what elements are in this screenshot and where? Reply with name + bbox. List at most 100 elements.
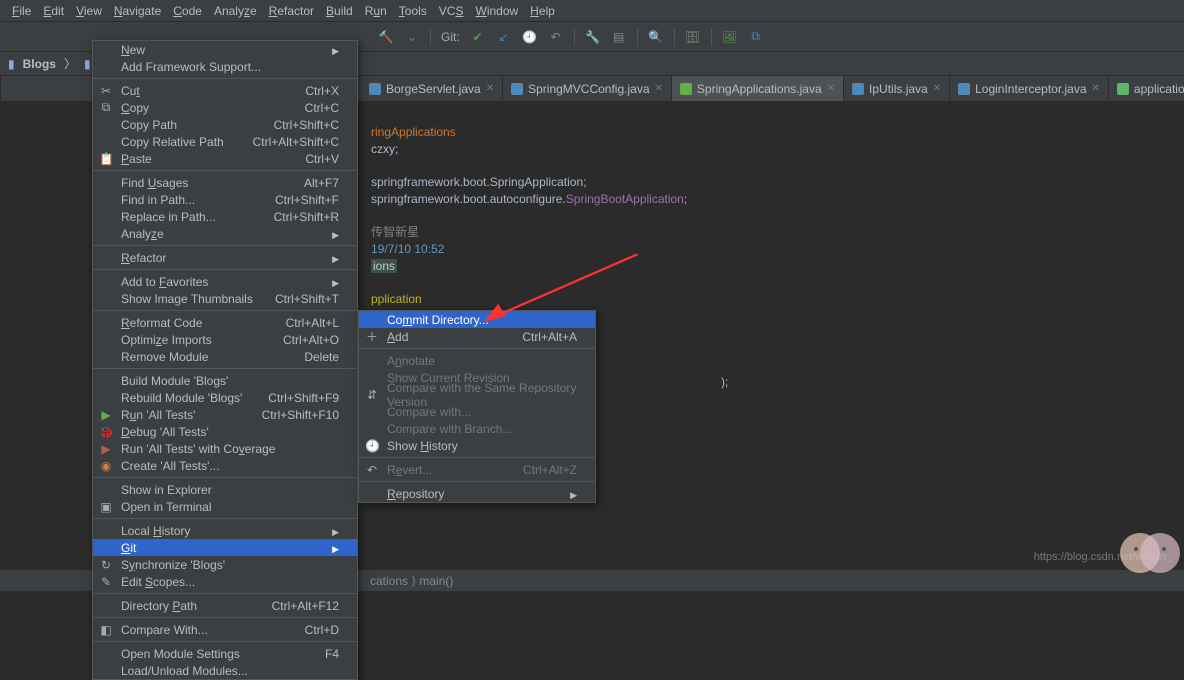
menu-item[interactable]: Copy PathCtrl+Shift+C: [93, 116, 357, 133]
close-icon[interactable]: ✕: [1092, 83, 1100, 94]
menu-item[interactable]: Add Framework Support...: [93, 58, 357, 75]
menu-label: Open in Terminal: [121, 500, 212, 514]
file-icon: [852, 83, 864, 95]
menu-label: Load/Unload Modules...: [121, 664, 248, 678]
submenu-arrow-icon: ▶: [570, 490, 577, 500]
editor-tab[interactable]: LoginInterceptor.java✕: [950, 76, 1109, 101]
menu-item[interactable]: ▶Run 'All Tests'Ctrl+Shift+F10: [93, 406, 357, 423]
menu-label: Refactor: [121, 251, 166, 265]
hammer-icon[interactable]: 🔨: [378, 29, 394, 45]
close-icon[interactable]: ✕: [827, 83, 835, 94]
menu-item[interactable]: New▶: [93, 41, 357, 58]
menu-item[interactable]: ↻Synchronize 'Blogs': [93, 556, 357, 573]
menu-item[interactable]: ✂CutCtrl+X: [93, 82, 357, 99]
menu-item[interactable]: ＋AddCtrl+Alt+A: [359, 328, 595, 345]
menu-shortcut: Ctrl+Shift+F10: [262, 408, 339, 422]
status-crumbs[interactable]: cations ⟩ main(): [370, 574, 453, 588]
editor-tab[interactable]: SpringMVCConfig.java ✕: [503, 76, 672, 101]
menu-refactor[interactable]: Refactor: [263, 4, 320, 18]
menu-item[interactable]: ▣Open in Terminal: [93, 498, 357, 515]
db-icon[interactable]: 🗄: [685, 29, 701, 45]
editor-tab[interactable]: BorgeServlet.java✕: [361, 76, 503, 101]
menu-file[interactable]: FFileile: [6, 4, 37, 18]
menu-label: Commit Directory...: [387, 313, 489, 327]
editor-tab[interactable]: SpringApplications.java✕: [672, 76, 844, 101]
menu-item[interactable]: Repository▶: [359, 485, 595, 502]
menu-item[interactable]: Build Module 'Blogs': [93, 372, 357, 389]
menu-analyze[interactable]: Analyze: [208, 4, 263, 18]
menu-item[interactable]: ▶Run 'All Tests' with Coverage: [93, 440, 357, 457]
menu-item[interactable]: Local History▶: [93, 522, 357, 539]
menu-shortcut: Ctrl+Shift+T: [275, 292, 339, 306]
menu-vcs[interactable]: VCS: [433, 4, 470, 18]
menu-code[interactable]: Code: [167, 4, 208, 18]
photo-icon[interactable]: 🖼: [722, 29, 738, 45]
menu-item[interactable]: Replace in Path...Ctrl+Shift+R: [93, 208, 357, 225]
menu-item[interactable]: Open Module SettingsF4: [93, 645, 357, 662]
check-icon[interactable]: ✔: [470, 29, 486, 45]
menu-item[interactable]: Reformat CodeCtrl+Alt+L: [93, 314, 357, 331]
menu-window[interactable]: Window: [469, 4, 524, 18]
menu-item[interactable]: Git▶: [93, 539, 357, 556]
diff-icon[interactable]: ⧉: [748, 29, 764, 45]
menu-item[interactable]: Rebuild Module 'Blogs'Ctrl+Shift+F9: [93, 389, 357, 406]
menu-item[interactable]: Refactor▶: [93, 249, 357, 266]
menu-item[interactable]: Commit Directory...: [359, 311, 595, 328]
menu-label: Copy Path: [121, 118, 177, 132]
menu-item[interactable]: Optimize ImportsCtrl+Alt+O: [93, 331, 357, 348]
menu-shortcut: Ctrl+Alt+Z: [523, 463, 577, 477]
menu-item[interactable]: Copy Relative PathCtrl+Alt+Shift+C: [93, 133, 357, 150]
breadcrumb-root[interactable]: Blogs: [23, 57, 56, 71]
menu-label: Compare With...: [121, 623, 208, 637]
menu-label: Copy: [121, 101, 149, 115]
menu-item[interactable]: Show Image ThumbnailsCtrl+Shift+T: [93, 290, 357, 307]
menu-shortcut: Ctrl+Alt+A: [522, 330, 577, 344]
menu-shortcut: Ctrl+Shift+F: [275, 193, 339, 207]
menu-item[interactable]: 🕘Show History: [359, 437, 595, 454]
update-icon[interactable]: ↙: [496, 29, 512, 45]
menu-tools[interactable]: Tools: [393, 4, 433, 18]
menu-help[interactable]: Help: [524, 4, 561, 18]
tab-label: SpringMVCConfig.java: [528, 82, 649, 96]
menu-label: Git: [121, 541, 136, 555]
menu-item[interactable]: Find UsagesAlt+F7: [93, 174, 357, 191]
menu-edit[interactable]: Edit: [37, 4, 70, 18]
menu-icon: ⇵: [365, 388, 379, 402]
history-icon[interactable]: 🕘: [522, 29, 538, 45]
menu-view[interactable]: View: [70, 4, 108, 18]
menu-icon: 🐞: [99, 425, 113, 439]
menu-navigate[interactable]: Navigate: [108, 4, 167, 18]
menu-item[interactable]: ⧉CopyCtrl+C: [93, 99, 357, 116]
close-icon[interactable]: ✕: [933, 83, 941, 94]
menu-item[interactable]: 📋PasteCtrl+V: [93, 150, 357, 167]
file-icon: [511, 83, 523, 95]
editor-tab[interactable]: IpUtils.java✕: [844, 76, 950, 101]
editor-tab[interactable]: application.properties✕: [1109, 76, 1184, 101]
structure-icon[interactable]: ▤: [611, 29, 627, 45]
menu-item[interactable]: 🐞Debug 'All Tests': [93, 423, 357, 440]
menu-shortcut: Delete: [304, 350, 339, 364]
close-icon[interactable]: ✕: [486, 83, 494, 94]
menu-item[interactable]: ✎Edit Scopes...: [93, 573, 357, 590]
menu-icon: ◉: [99, 459, 113, 473]
menu-item[interactable]: Find in Path...Ctrl+Shift+F: [93, 191, 357, 208]
menu-item[interactable]: Load/Unload Modules...: [93, 662, 357, 679]
menu-build[interactable]: Build: [320, 4, 359, 18]
menu-item[interactable]: Directory PathCtrl+Alt+F12: [93, 597, 357, 614]
menu-item[interactable]: Add to Favorites▶: [93, 273, 357, 290]
menu-shortcut: Ctrl+Shift+F9: [268, 391, 339, 405]
menu-item[interactable]: ◉Create 'All Tests'...: [93, 457, 357, 474]
search-icon[interactable]: 🔍: [648, 29, 664, 45]
wrench-icon[interactable]: 🔧: [585, 29, 601, 45]
revert-icon[interactable]: ↶: [548, 29, 564, 45]
menu-run[interactable]: Run: [359, 4, 393, 18]
file-icon: [1117, 83, 1129, 95]
submenu-arrow-icon: ▶: [332, 527, 339, 537]
close-icon[interactable]: ✕: [655, 83, 663, 94]
menu-icon: ▶: [99, 408, 113, 422]
down-icon[interactable]: ⌄: [404, 29, 420, 45]
menu-item[interactable]: Analyze▶: [93, 225, 357, 242]
menu-item[interactable]: Show in Explorer: [93, 481, 357, 498]
menu-item[interactable]: ◧Compare With...Ctrl+D: [93, 621, 357, 638]
menu-item[interactable]: Remove ModuleDelete: [93, 348, 357, 365]
